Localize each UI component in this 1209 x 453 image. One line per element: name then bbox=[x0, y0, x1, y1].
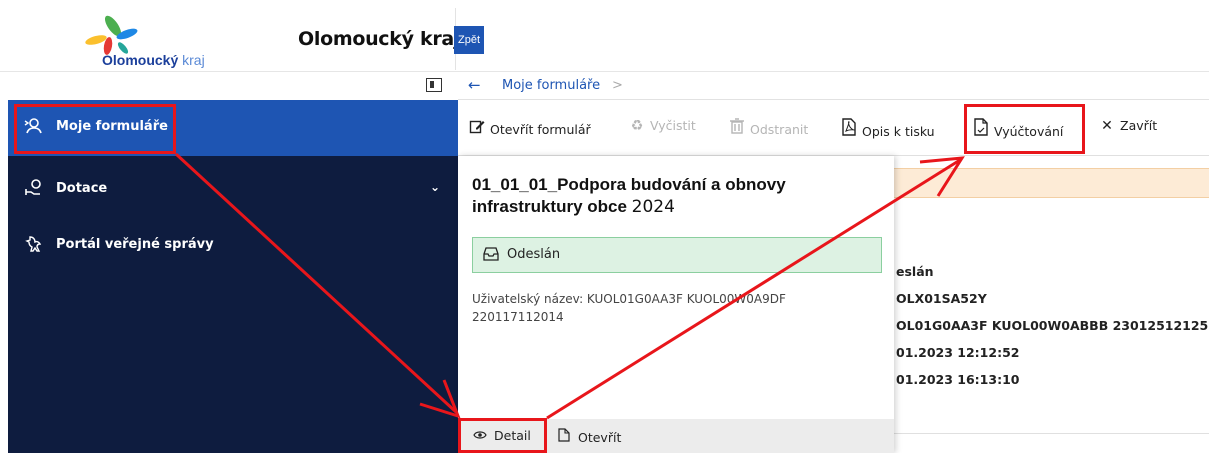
toolbar: Otevřít formulář ♻ Vyčistit Odstranit Opi… bbox=[458, 100, 1209, 156]
hand-coins-icon bbox=[24, 178, 44, 198]
breadcrumb: ← Moje formuláře > bbox=[458, 72, 1209, 100]
open-form-label: Otevřít formulář bbox=[490, 122, 591, 137]
logo-suffix: kraj bbox=[182, 52, 205, 68]
highlight-detail bbox=[458, 418, 547, 453]
sidebar-item-label: Portál veřejné správy bbox=[56, 237, 214, 252]
card-user-name-line2: 220117112014 bbox=[472, 310, 564, 324]
close-button[interactable]: ✕ Zavřít bbox=[1098, 118, 1157, 140]
pdf-icon bbox=[840, 118, 858, 140]
card-title: 01_01_01_Podpora budování a obnovy infra… bbox=[472, 174, 872, 218]
file-icon bbox=[556, 428, 572, 445]
open-form-button[interactable]: Otevřít formulář bbox=[468, 118, 591, 140]
detail-status-value: eslán bbox=[896, 264, 934, 279]
detail-username-value: OL01G0AA3F KUOL00W0ABBB 230125121251 bbox=[896, 318, 1209, 333]
trash-icon bbox=[728, 118, 746, 138]
highlight-billing bbox=[964, 104, 1085, 154]
lion-crest-icon bbox=[24, 234, 44, 254]
card-user-name-line1: Uživatelský název: KUOL01G0AA3F KUOL00W0… bbox=[472, 292, 786, 306]
warning-strip bbox=[894, 168, 1209, 198]
close-icon: ✕ bbox=[1101, 118, 1113, 134]
card-title-line1: 01_01_01_Podpora budování a obnovy bbox=[472, 175, 786, 194]
logo-name: Olomoucký bbox=[102, 52, 179, 68]
breadcrumb-separator: > bbox=[612, 78, 623, 93]
recycle-icon: ♻ bbox=[630, 118, 644, 134]
detail-sent-value: 01.2023 16:13:10 bbox=[896, 372, 1020, 387]
sidebar-item-label: Dotace bbox=[56, 181, 108, 196]
card-title-line2: infrastruktury obce bbox=[472, 197, 627, 216]
breadcrumb-link-my-forms[interactable]: Moje formuláře bbox=[502, 78, 600, 93]
chevron-down-icon[interactable]: ⌄ bbox=[430, 180, 440, 194]
inbox-icon bbox=[483, 246, 499, 266]
logo-text: Olomoucký kraj bbox=[102, 52, 205, 68]
detail-values: eslán OLX01SA52Y OL01G0AA3F KUOL00W0ABBB… bbox=[896, 264, 1209, 399]
form-card: 01_01_01_Podpora budování a obnovy infra… bbox=[458, 156, 894, 453]
status-badge: Odeslán bbox=[472, 237, 882, 273]
delete-button[interactable]: Odstranit bbox=[728, 118, 808, 140]
sidebar-collapse-row bbox=[8, 72, 458, 100]
sidebar-collapse-icon[interactable] bbox=[426, 78, 442, 92]
app-title: Olomoucký kraj bbox=[298, 28, 461, 50]
top-bar: Olomoucký kraj Olomoucký kraj Zpět bbox=[0, 0, 1209, 72]
delete-label: Odstranit bbox=[750, 122, 809, 137]
sidebar-item-dotace[interactable]: Dotace ⌄ bbox=[8, 162, 458, 214]
print-copy-label: Opis k tisku bbox=[862, 124, 935, 139]
card-title-year: 2024 bbox=[631, 197, 675, 217]
detail-code-value: OLX01SA52Y bbox=[896, 291, 987, 306]
breadcrumb-back-icon[interactable]: ← bbox=[468, 76, 481, 94]
card-user-name: Uživatelský název: KUOL01G0AA3F KUOL00W0… bbox=[472, 290, 872, 326]
print-copy-button[interactable]: Opis k tisku bbox=[840, 118, 935, 140]
divider bbox=[894, 433, 1209, 434]
detail-created-value: 01.2023 12:12:52 bbox=[896, 345, 1020, 360]
open-label: Otevřít bbox=[578, 430, 622, 445]
back-button[interactable]: Zpět bbox=[454, 26, 485, 54]
edit-icon bbox=[468, 118, 486, 138]
clear-button[interactable]: ♻ Vyčistit bbox=[628, 118, 696, 140]
clear-label: Vyčistit bbox=[650, 118, 696, 133]
open-button[interactable]: Otevřít bbox=[556, 428, 621, 445]
status-label: Odeslán bbox=[507, 247, 561, 262]
close-label: Zavřít bbox=[1120, 118, 1158, 133]
highlight-my-forms bbox=[14, 104, 176, 154]
sidebar-item-portal[interactable]: Portál veřejné správy bbox=[8, 218, 458, 270]
